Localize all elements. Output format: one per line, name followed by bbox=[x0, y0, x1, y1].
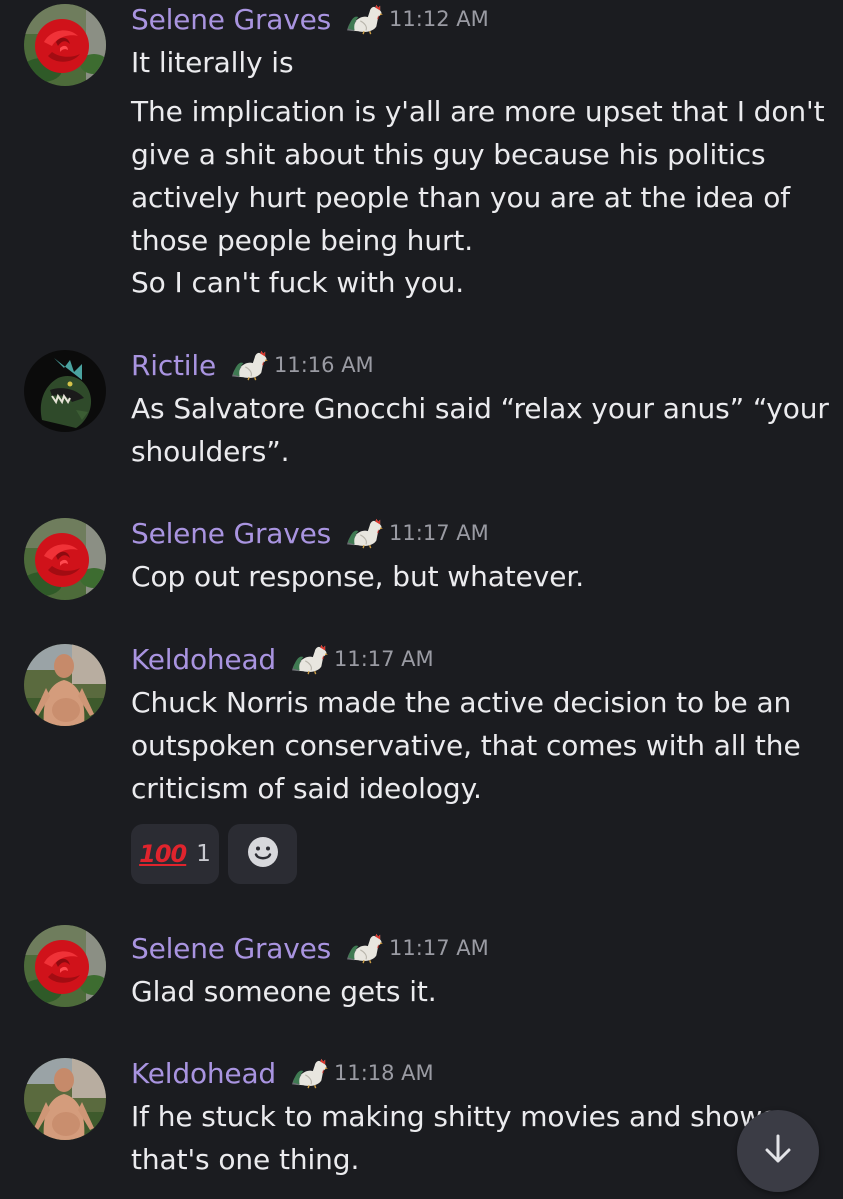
author-name[interactable]: Selene Graves bbox=[131, 3, 331, 36]
red-rose-avatar[interactable] bbox=[24, 518, 106, 600]
message-text: shoulders”. bbox=[131, 435, 290, 468]
message-text: Cop out response, but whatever. bbox=[131, 560, 585, 593]
message-timestamp: 11:12 AM bbox=[389, 7, 489, 31]
message-text: outspoken conservative, that comes with … bbox=[131, 729, 801, 762]
jump-to-present-button[interactable] bbox=[737, 1110, 819, 1192]
author-name[interactable]: Selene Graves bbox=[131, 932, 331, 965]
message-text: those people being hurt. bbox=[131, 224, 474, 257]
rooster-icon bbox=[290, 1056, 330, 1090]
rooster-icon bbox=[230, 348, 270, 382]
message-text: actively hurt people than you are at the… bbox=[131, 181, 791, 214]
rooster-icon bbox=[290, 642, 330, 676]
message-text: Glad someone gets it. bbox=[131, 975, 437, 1008]
reaction-chip[interactable]: 100 1 bbox=[131, 824, 219, 884]
message-header: Rictile 11:16 AM bbox=[131, 347, 374, 383]
hundred-points-icon: 100 bbox=[139, 840, 187, 868]
message-header: Keldohead 11:17 AM bbox=[131, 641, 434, 677]
message-header: Selene Graves 11:12 AM bbox=[131, 1, 489, 37]
message-text: If he stuck to making shitty movies and … bbox=[131, 1100, 777, 1133]
message-text: So I can't fuck with you. bbox=[131, 266, 465, 299]
reaction-count: 1 bbox=[196, 841, 211, 867]
message-timestamp: 11:17 AM bbox=[333, 647, 434, 671]
message-text: that's one thing. bbox=[131, 1143, 360, 1176]
message-timestamp: 11:17 AM bbox=[389, 521, 489, 545]
shirtless-man-avatar[interactable] bbox=[24, 644, 106, 726]
rooster-icon bbox=[345, 931, 385, 965]
message-text: give a shit about this guy because his p… bbox=[131, 138, 766, 171]
green-dinosaur-avatar[interactable] bbox=[24, 350, 106, 432]
message-header: Keldohead 11:18 AM bbox=[131, 1055, 434, 1091]
message-text: As Salvatore Gnocchi said “relax your an… bbox=[131, 392, 829, 425]
message-text: Chuck Norris made the active decision to… bbox=[131, 686, 792, 719]
arrow-down-icon bbox=[760, 1131, 796, 1171]
add-reaction-button[interactable] bbox=[228, 824, 297, 884]
message-timestamp: 11:17 AM bbox=[389, 936, 489, 960]
author-name[interactable]: Keldohead bbox=[131, 1057, 276, 1090]
red-rose-avatar[interactable] bbox=[24, 925, 106, 1007]
message-text: criticism of said ideology. bbox=[131, 772, 482, 805]
shirtless-man-avatar[interactable] bbox=[24, 1058, 106, 1140]
add-reaction-smiley-icon bbox=[246, 835, 280, 873]
rooster-icon bbox=[345, 516, 385, 550]
message-text: The implication is y'all are more upset … bbox=[131, 95, 825, 128]
author-name[interactable]: Selene Graves bbox=[131, 517, 331, 550]
author-name[interactable]: Rictile bbox=[131, 349, 216, 382]
message-header: Selene Graves 11:17 AM bbox=[131, 515, 489, 551]
message-timestamp: 11:16 AM bbox=[274, 353, 374, 377]
message-timestamp: 11:18 AM bbox=[333, 1061, 434, 1085]
message-text: It literally is bbox=[131, 46, 294, 79]
rooster-icon bbox=[345, 2, 385, 36]
author-name[interactable]: Keldohead bbox=[131, 643, 276, 676]
message-header: Selene Graves 11:17 AM bbox=[131, 930, 489, 966]
red-rose-avatar[interactable] bbox=[24, 4, 106, 86]
